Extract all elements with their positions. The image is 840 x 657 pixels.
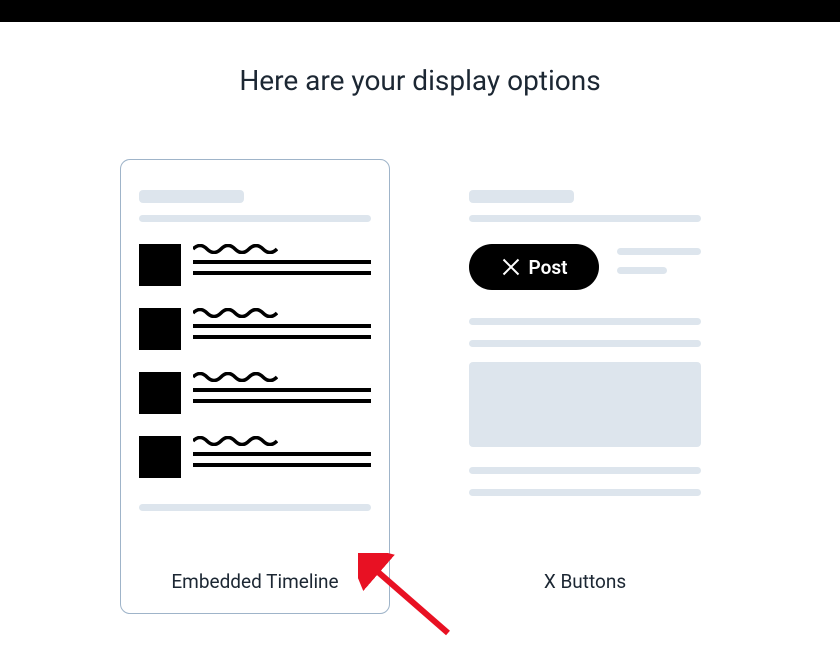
page-heading: Here are your display options: [0, 64, 840, 97]
post-button-label: Post: [529, 256, 568, 279]
text-line-placeholder: [193, 388, 371, 392]
squiggle-line: [193, 436, 371, 446]
preview-placeholder-bar: [139, 504, 371, 511]
x-logo-icon: [501, 257, 521, 277]
squiggle-line: [193, 308, 371, 318]
text-line-placeholder: [193, 335, 371, 339]
timeline-item: [139, 244, 371, 286]
avatar-placeholder: [139, 244, 181, 286]
preview-placeholder-bar: [469, 467, 701, 474]
option-embedded-timeline[interactable]: Embedded Timeline: [120, 159, 390, 614]
preview-image-placeholder: [469, 362, 701, 447]
preview-placeholder-bar: [469, 190, 574, 203]
option-label: X Buttons: [451, 570, 719, 593]
text-line-placeholder: [193, 399, 371, 403]
avatar-placeholder: [139, 436, 181, 478]
squiggle-line: [193, 372, 371, 382]
timeline-item: [139, 308, 371, 350]
timeline-item: [139, 372, 371, 414]
preview-placeholder-bar: [469, 340, 701, 347]
text-line-placeholder: [193, 463, 371, 467]
display-options-row: Embedded Timeline Post: [0, 159, 840, 614]
preview-placeholder-bar: [139, 190, 244, 203]
text-line-placeholder: [193, 324, 371, 328]
squiggle-line: [193, 244, 371, 254]
text-line-placeholder: [193, 260, 371, 264]
buttons-preview: Post: [451, 160, 719, 496]
avatar-placeholder: [139, 372, 181, 414]
timeline-item: [139, 436, 371, 478]
top-black-bar: [0, 0, 840, 22]
option-label: Embedded Timeline: [121, 570, 389, 593]
timeline-preview: [121, 160, 389, 511]
option-x-buttons[interactable]: Post X Buttons: [450, 159, 720, 614]
avatar-placeholder: [139, 308, 181, 350]
preview-placeholder-bar: [469, 215, 701, 222]
preview-placeholder-bar: [139, 215, 371, 222]
post-button-preview: Post: [469, 244, 599, 290]
text-line-placeholder: [193, 271, 371, 275]
preview-placeholder-bar: [617, 267, 667, 274]
preview-placeholder-bar: [617, 248, 701, 255]
preview-placeholder-bar: [469, 318, 701, 325]
preview-placeholder-bar: [469, 489, 701, 496]
text-line-placeholder: [193, 452, 371, 456]
